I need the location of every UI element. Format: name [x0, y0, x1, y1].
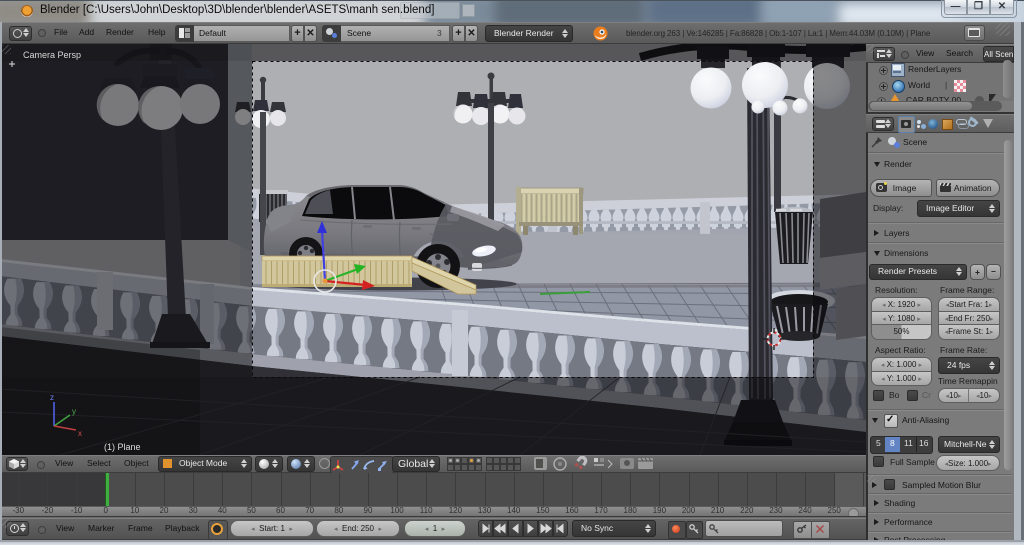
- svg-text:x: x: [78, 429, 82, 438]
- svg-text:y: y: [72, 407, 76, 416]
- svg-text:Camera Persp: Camera Persp: [23, 50, 81, 60]
- svg-text:(1) Plane: (1) Plane: [104, 442, 141, 452]
- svg-text:z: z: [50, 393, 54, 402]
